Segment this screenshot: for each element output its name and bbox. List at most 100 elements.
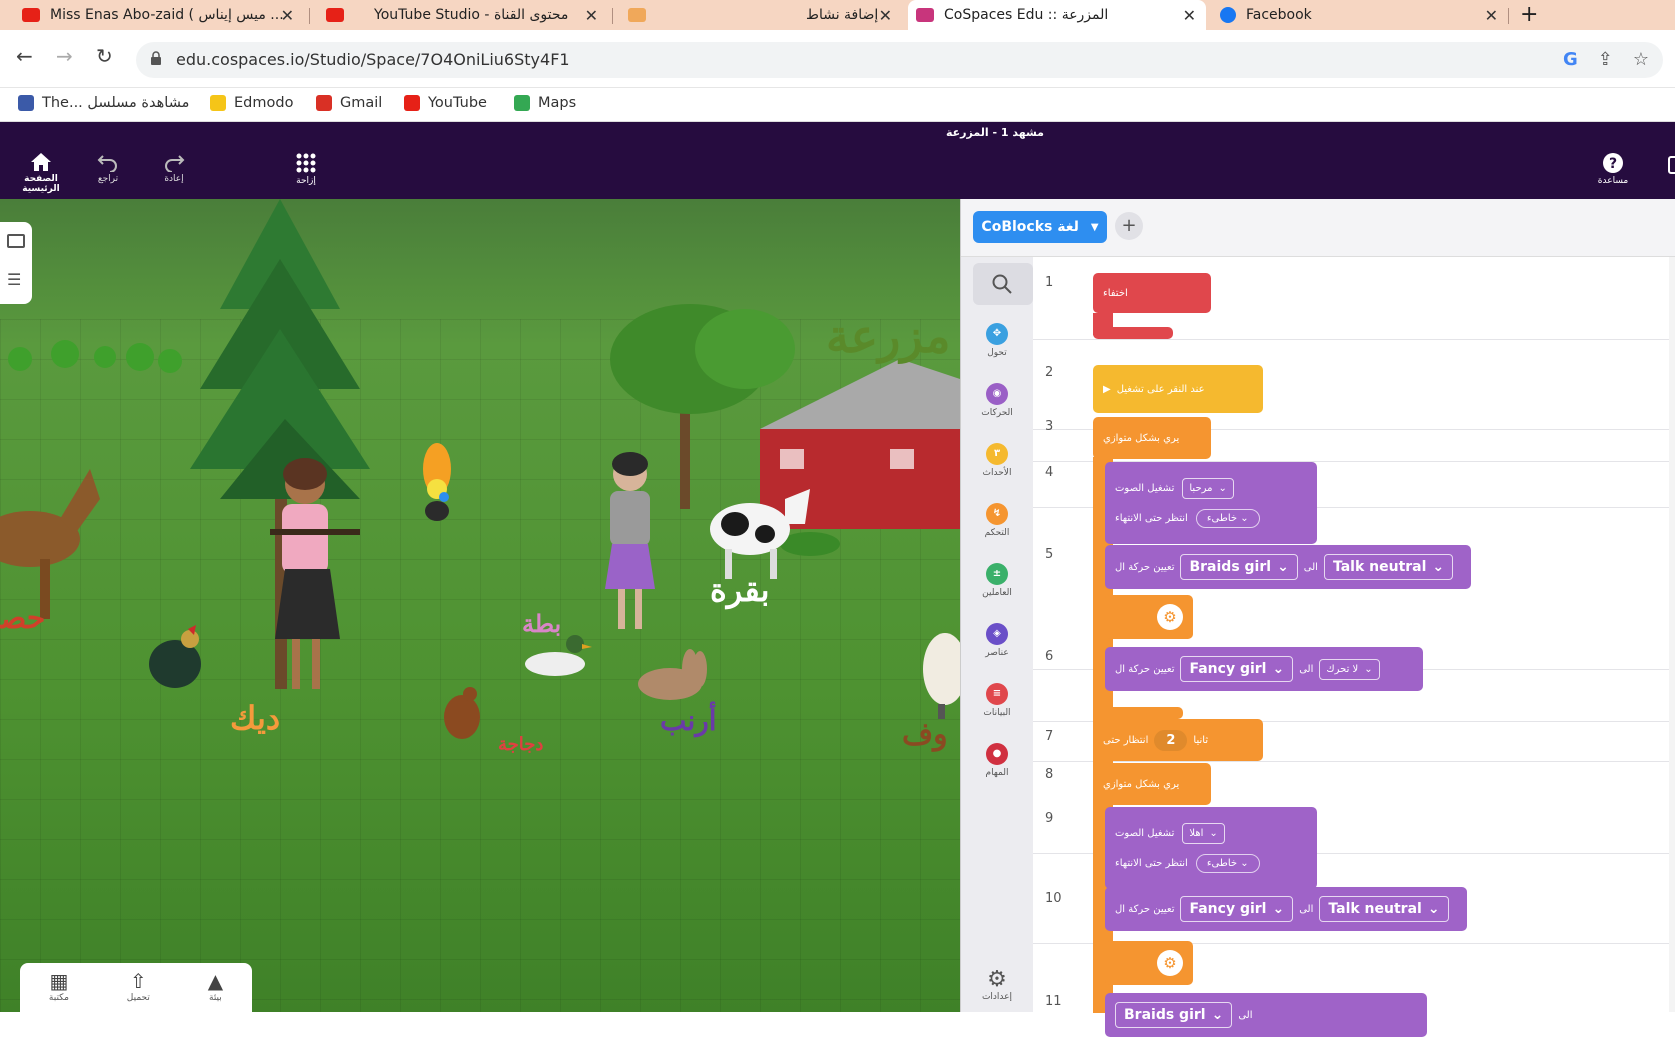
scene-title[interactable]: مشهد 1 - المزرعة (0, 126, 1675, 139)
horse-label[interactable]: حصـ (0, 601, 45, 636)
new-tab-button[interactable]: + (1520, 2, 1538, 27)
gear-icon[interactable]: ⚙ (1157, 950, 1183, 976)
parallel-block[interactable]: يري بشكل متوازي (1093, 763, 1211, 805)
rooster[interactable] (149, 625, 201, 688)
browser-tab[interactable]: YouTube Studio - محتوى القناة ✕ (318, 0, 608, 30)
play-sound-block[interactable]: تشغيل الصوت مرحبا ⌄ انتظر حتى الانتهاء خا… (1105, 462, 1317, 544)
environment-button[interactable]: ▲ بيئة (208, 969, 223, 1012)
rabbit-label[interactable]: أرنب (660, 704, 717, 737)
animation-dropdown[interactable]: لا تحرك ⌄ (1319, 658, 1380, 680)
set-animation-block[interactable]: تعيين حركة ال Braids girl ⌄ الى Talk neut… (1105, 545, 1471, 589)
workspace-scrollbar[interactable] (1669, 257, 1675, 1012)
sheep-label[interactable]: وف (902, 717, 948, 752)
play-sound-block[interactable]: تشغيل الصوت اهلا ⌄ انتظر حتى الانتهاء خاط… (1105, 807, 1317, 889)
hen-label[interactable]: دجاجة (498, 734, 543, 755)
palette-items[interactable]: ◈ عناصر (961, 623, 1033, 658)
app-header: مشهد 1 - المزرعة الصفحة الرئيسية تراجع إ… (0, 122, 1675, 199)
palette-events[interactable]: ٣ الأحداث (961, 443, 1033, 478)
palette-tasks[interactable]: ● المهام (961, 743, 1033, 778)
google-icon[interactable]: G (1563, 49, 1578, 70)
block-search-button[interactable] (973, 263, 1033, 305)
animation-dropdown[interactable]: Talk neutral ⌄ (1323, 554, 1454, 580)
reload-button[interactable]: ↻ (96, 44, 113, 68)
bookmark-item[interactable]: Maps (514, 95, 576, 111)
add-script-button[interactable]: + (1115, 212, 1143, 240)
sheep[interactable] (923, 633, 960, 719)
help-button[interactable]: ? مساعدة (1578, 152, 1648, 186)
sound-dropdown[interactable]: مرحبا ⌄ (1182, 478, 1234, 499)
browser-tab[interactable]: إضافة نشاط ✕ (620, 0, 902, 30)
share-icon[interactable]: ⇪ (1598, 49, 1613, 70)
parallel-branch-block[interactable]: ⚙ (1105, 941, 1193, 985)
wait-block[interactable]: انتظار حتى 2 ثانيا (1093, 719, 1263, 761)
scene-viewport[interactable]: مزرعة بقرة بطة ديك دجاجة أرنب حصـ وف (0, 199, 960, 1012)
character-dropdown[interactable]: Fancy girl ⌄ (1180, 896, 1294, 922)
character-dropdown[interactable]: Braids girl ⌄ (1180, 554, 1298, 580)
back-button[interactable]: ← (16, 44, 33, 68)
bookmark-item[interactable]: The... مشاهدة مسلسل (18, 95, 189, 111)
close-icon[interactable]: ✕ (1485, 6, 1498, 25)
parallel-block[interactable]: يري بشكل متوازي (1093, 417, 1211, 459)
undo-icon (97, 155, 117, 172)
redo-button[interactable]: إعادة (139, 152, 209, 184)
gallery-icon[interactable] (7, 234, 25, 248)
wait-toggle-dropdown[interactable]: خاطىء ⌄ (1195, 854, 1260, 873)
rabbit[interactable] (638, 649, 707, 700)
duck[interactable] (525, 635, 592, 676)
close-icon[interactable]: ✕ (585, 6, 598, 25)
character-dropdown[interactable]: Braids girl ⌄ (1115, 1002, 1233, 1028)
animation-dropdown[interactable]: Talk neutral ⌄ (1319, 896, 1449, 922)
parallel-branch-block[interactable]: ⚙ (1105, 595, 1193, 639)
url-text: edu.cospaces.io/Studio/Space/7O4OniLiu6S… (176, 50, 570, 69)
close-icon[interactable]: ✕ (281, 6, 294, 25)
star-icon[interactable]: ☆ (1633, 49, 1649, 70)
palette-transform[interactable]: ✥ تحول (961, 323, 1033, 358)
palette-settings[interactable]: ⚙ إعدادات (961, 967, 1033, 1002)
forward-button[interactable]: → (56, 44, 73, 68)
facebook-icon (1220, 7, 1236, 23)
coblocks-dropdown[interactable]: CoBlocks لغة ▼ (973, 211, 1107, 243)
library-button[interactable]: ▦ مكتبة (49, 969, 69, 1012)
palette-data[interactable]: ≡ البيانات (961, 683, 1033, 718)
horse[interactable] (0, 469, 100, 619)
gear-icon[interactable]: ⚙ (1157, 604, 1183, 630)
browser-tab[interactable]: Facebook ✕ (1212, 0, 1508, 30)
home-button[interactable]: الصفحة الرئيسية (6, 152, 76, 194)
address-bar[interactable]: edu.cospaces.io/Studio/Space/7O4OniLiu6S… (136, 42, 1663, 78)
set-animation-block[interactable]: تعيين حركة ال Fancy girl ⌄ الى Talk neutr… (1105, 887, 1467, 931)
palette-animations[interactable]: ◉ الحركات (961, 383, 1033, 418)
grid-button[interactable]: إزاحة (271, 152, 341, 186)
close-icon[interactable]: ✕ (879, 6, 892, 25)
duck-label[interactable]: بطة (522, 609, 561, 638)
list-icon[interactable]: ☰ (7, 270, 21, 289)
hide-block[interactable]: اختفاء (1093, 273, 1211, 313)
line-number: 5 (1045, 547, 1054, 562)
code-workspace[interactable]: 1 2 3 4 5 6 7 8 9 10 11 اختفاء ▶ عند الن… (1033, 257, 1675, 1037)
cow-label[interactable]: بقرة (710, 571, 770, 609)
wait-seconds-input[interactable]: 2 (1154, 729, 1188, 751)
browser-tab[interactable]: Miss Enas Abo-zaid ( ميس إيناس ... ✕ (14, 0, 304, 30)
fullscreen-icon[interactable] (1668, 156, 1675, 174)
set-animation-block[interactable]: Braids girl ⌄ الى (1105, 993, 1427, 1037)
bookmark-item[interactable]: Edmodo (210, 95, 293, 111)
browser-tab-active[interactable]: CoSpaces Edu :: المزرعة ✕ (908, 0, 1206, 30)
on-run-event-block[interactable]: ▶ عند النقر على تشغيل (1093, 365, 1263, 413)
close-icon[interactable]: ✕ (1183, 6, 1196, 25)
farm-title-label[interactable]: مزرعة (826, 309, 950, 363)
bookmark-item[interactable]: Gmail (316, 95, 382, 111)
scene-objects (0, 199, 960, 739)
palette-control[interactable]: ↯ التحكم (961, 503, 1033, 538)
fire-pot[interactable] (423, 443, 451, 521)
sound-dropdown[interactable]: اهلا ⌄ (1182, 823, 1225, 844)
set-animation-block[interactable]: تعيين حركة ال Fancy girl ⌄ الى لا تحرك ⌄ (1105, 647, 1423, 691)
bookmark-item[interactable]: YouTube (404, 95, 487, 111)
wait-toggle-dropdown[interactable]: خاطىء ⌄ (1195, 509, 1260, 528)
undo-button[interactable]: تراجع (73, 152, 143, 184)
browser-toolbar: ← → ↻ edu.cospaces.io/Studio/Space/7O4On… (0, 30, 1675, 88)
rooster-label[interactable]: ديك (230, 699, 280, 737)
upload-button[interactable]: ⇧ تحميل (127, 969, 150, 1012)
palette-operators[interactable]: ± العاملين (961, 563, 1033, 598)
hen[interactable] (444, 687, 480, 739)
character-dropdown[interactable]: Fancy girl ⌄ (1180, 656, 1294, 682)
girl-character-purple[interactable] (605, 452, 655, 629)
